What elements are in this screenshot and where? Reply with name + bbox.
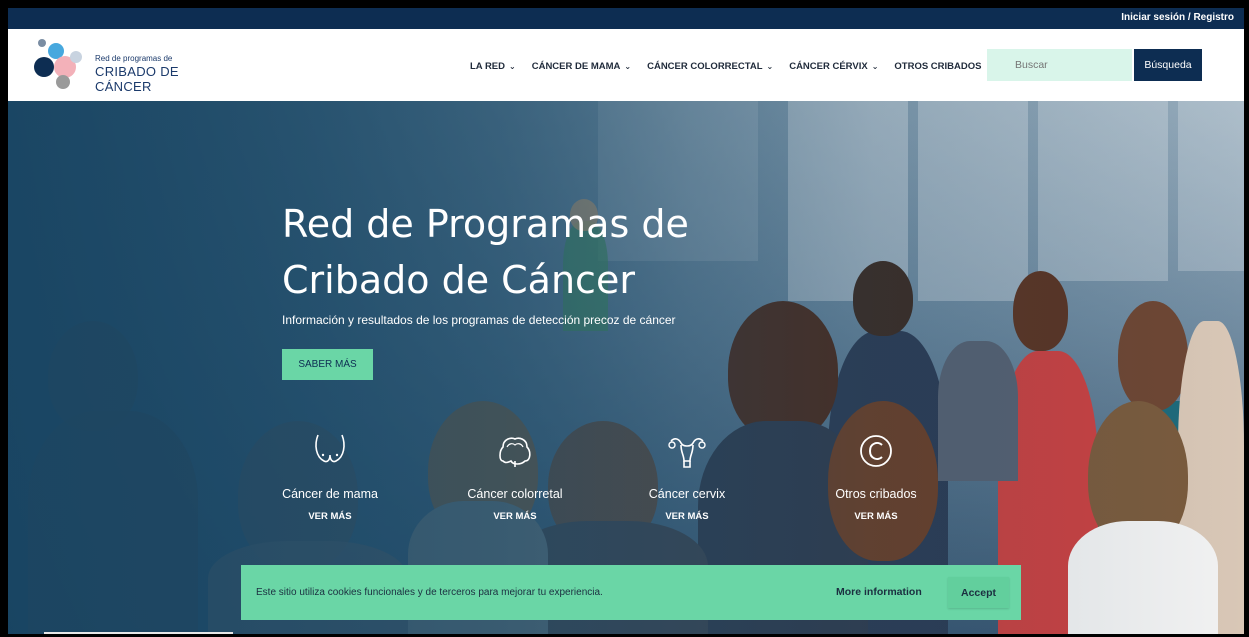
hero-title-line: Cribado de Cáncer — [282, 258, 635, 302]
hero-subtitle: Información y resultados de los programa… — [282, 313, 676, 327]
ver-mas-link[interactable]: VER MÁS — [806, 511, 946, 522]
hero-title: Red de Programas de Cribado de Cáncer — [282, 196, 742, 308]
hero-title-line: Red de Programas de — [282, 202, 689, 246]
nav-label: CÁNCER DE MAMA — [531, 61, 621, 72]
category-otros-cribados[interactable]: Otros cribados VER MÁS — [806, 431, 946, 522]
ver-mas-link[interactable]: VER MÁS — [260, 511, 400, 522]
nav-label: LA RED — [470, 61, 506, 72]
logo-dot-grey — [56, 75, 70, 89]
nav-label: OTROS CRIBADOS — [894, 61, 982, 72]
nav-label: CÁNCER CÉRVIX — [789, 61, 868, 72]
category-cancer-cervix[interactable]: Cáncer cervix VER MÁS — [617, 431, 757, 522]
top-bar: Iniciar sesión / Registro — [8, 8, 1244, 29]
nav-item-la-red[interactable]: LA RED ⌄ — [470, 61, 516, 72]
page-scroll-indicator — [44, 632, 233, 634]
logo-dot-navy — [34, 57, 54, 77]
category-name: Otros cribados — [835, 487, 917, 501]
category-name: Cáncer colorretal — [467, 487, 563, 501]
logo-dot-small — [38, 39, 46, 47]
hero-background-photo — [8, 101, 1244, 634]
uterus-icon — [668, 438, 706, 468]
more-information-link[interactable]: More information — [836, 586, 922, 598]
chevron-down-icon: ⌄ — [871, 62, 879, 71]
search-button[interactable]: Búsqueda — [1134, 49, 1202, 81]
browser-viewport: Iniciar sesión / Registro Red de program… — [8, 8, 1244, 634]
hero-overlay — [8, 101, 1244, 634]
category-cancer-mama[interactable]: Cáncer de mama VER MÁS — [260, 431, 400, 522]
logo-subtitle: Red de programas de — [95, 54, 173, 63]
cookie-banner: Este sitio utiliza cookies funcionales y… — [241, 565, 1021, 620]
accept-cookies-button[interactable]: Accept — [948, 577, 1009, 608]
colon-icon — [499, 437, 531, 467]
copyright-circle-icon — [860, 435, 892, 467]
nav-item-cancer-colorrectal[interactable]: CÁNCER COLORRECTAL ⌄ — [647, 61, 773, 72]
login-register-link[interactable]: Iniciar sesión / Registro — [1121, 12, 1234, 23]
ver-mas-link[interactable]: VER MÁS — [445, 511, 585, 522]
logo-dot-light — [70, 51, 82, 63]
chevron-down-icon: ⌄ — [509, 62, 516, 71]
site-header: Red de programas de CRIBADO DE CÁNCER LA… — [8, 29, 1244, 101]
hero-banner: Red de Programas de Cribado de Cáncer In… — [8, 101, 1244, 634]
cookie-message: Este sitio utiliza cookies funcionales y… — [256, 587, 603, 598]
nav-item-cancer-mama[interactable]: CÁNCER DE MAMA ⌄ — [532, 61, 631, 72]
category-name: Cáncer de mama — [282, 487, 378, 501]
nav-label: CÁNCER COLORRECTAL — [647, 61, 763, 72]
search-input[interactable] — [987, 49, 1132, 81]
category-cancer-colorretal[interactable]: Cáncer colorretal VER MÁS — [445, 431, 585, 522]
chevron-down-icon: ⌄ — [624, 62, 632, 71]
ver-mas-link[interactable]: VER MÁS — [617, 511, 757, 522]
category-name: Cáncer cervix — [648, 487, 726, 501]
nav-item-otros-cribados[interactable]: OTROS CRIBADOS⌄ — [894, 61, 992, 72]
site-logo[interactable]: Red de programas de CRIBADO DE CÁNCER — [34, 39, 214, 94]
logo-title: CRIBADO DE CÁNCER — [95, 64, 179, 94]
breast-icon — [315, 434, 345, 463]
nav-item-cancer-cervix[interactable]: CÁNCER CÉRVIX ⌄ — [789, 61, 878, 72]
main-nav: LA RED ⌄ CÁNCER DE MAMA ⌄ CÁNCER COLORRECT… — [470, 61, 992, 72]
saber-mas-button[interactable]: SABER MÁS — [282, 349, 373, 380]
chevron-down-icon: ⌄ — [766, 62, 774, 71]
